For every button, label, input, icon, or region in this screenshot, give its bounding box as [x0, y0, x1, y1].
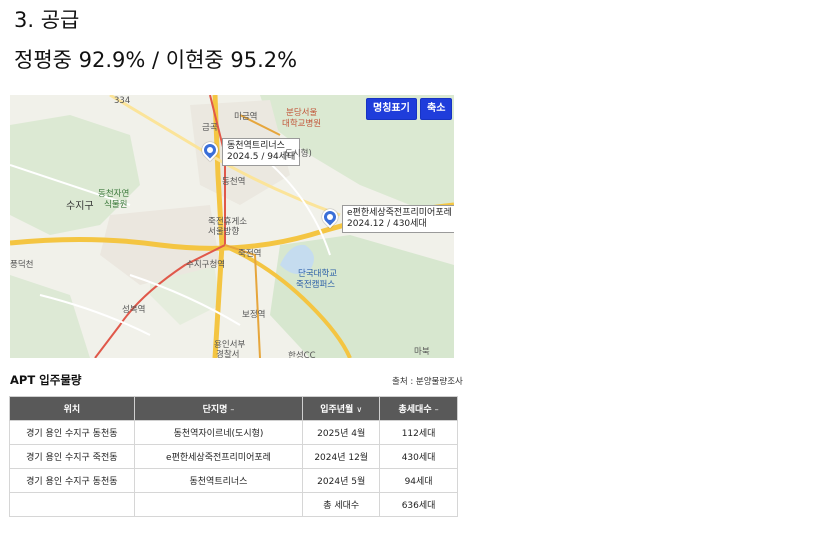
map-marker-premier[interactable]: e편한세상죽전프리미어포레 2024.12 / 430세대	[318, 205, 454, 233]
cell-units: 430세대	[379, 444, 458, 469]
sort-desc-icon: ∨	[356, 405, 363, 414]
place-seongbok: 성복역	[122, 305, 146, 315]
map-view[interactable]: 334 미금역 분당서울 대학교병원 금곡 동천역 동천자연 식물원 수지구 죽…	[10, 95, 454, 358]
place-partial-left: 풍덕천	[10, 260, 34, 270]
place-geumgok: 금곡	[202, 123, 218, 133]
cell-location: 경기 용인 수지구 동천동	[9, 468, 135, 493]
place-bundang-2: 대학교병원	[282, 119, 322, 129]
cell-location: 경기 용인 수지구 동천동	[9, 420, 135, 445]
map-pin-icon	[198, 138, 222, 162]
header-date[interactable]: 입주년월 ∨	[302, 396, 381, 421]
cell-date: 2024년 5월	[302, 468, 381, 493]
header-units[interactable]: 총세대수 –	[379, 396, 458, 421]
header-complex[interactable]: 단지명 –	[133, 396, 304, 421]
total-label: 총 세대수	[302, 492, 381, 517]
place-golf: 한성CC	[288, 351, 316, 358]
cell-units: 112세대	[379, 420, 458, 445]
place-dongcheon: 동천역	[222, 177, 246, 187]
cell-date: 2024년 12월	[302, 444, 381, 469]
cell-empty	[9, 492, 135, 517]
road-number-sign: 334	[114, 96, 131, 106]
place-partial-label: 도시형)	[285, 149, 312, 159]
zoom-out-button[interactable]: 축소	[420, 98, 453, 120]
map-pin-icon	[318, 205, 342, 229]
sort-icon: –	[230, 405, 235, 414]
school-rates: 정평중 92.9% / 이현중 95.2%	[14, 48, 298, 72]
place-mabuk: 마북	[414, 347, 430, 357]
cell-units: 94세대	[379, 468, 458, 493]
table-total-row: 총 세대수 636세대	[9, 492, 458, 517]
table-source: 출처 : 분양물량조사	[392, 377, 463, 387]
table-row: 경기 용인 수지구 동천동 동천역자이르네(도시형) 2025년 4월 112세…	[9, 420, 458, 445]
table-title: APT 입주물량	[10, 373, 82, 387]
marker-label: e편한세상죽전프리미어포레 2024.12 / 430세대	[342, 205, 454, 233]
marker-detail: 2024.12 / 430세대	[347, 219, 427, 229]
table-header-row: 위치 단지명 – 입주년월 ∨ 총세대수 –	[9, 396, 458, 421]
supply-table: 위치 단지명 – 입주년월 ∨ 총세대수 – 경기 용인 수지구 동천동 동천역자이르…	[9, 396, 458, 517]
place-park-2: 식물원	[104, 200, 128, 210]
place-sujigu: 수지구	[66, 201, 94, 212]
section-title: 3. 공급	[14, 8, 80, 32]
place-rest-2: 서울방향	[208, 227, 240, 237]
cell-complex: 동천역자이르네(도시형)	[133, 420, 304, 445]
table-row: 경기 용인 수지구 죽전동 e편한세상죽전프리미어포레 2024년 12월 43…	[9, 444, 458, 469]
cell-empty	[133, 492, 304, 517]
toggle-names-button[interactable]: 명칭표기	[366, 98, 417, 120]
table-row: 경기 용인 수지구 동천동 동천역트리너스 2024년 5월 94세대	[9, 468, 458, 493]
cell-complex: 동천역트리너스	[133, 468, 304, 493]
place-suji-office: 수지구청역	[186, 260, 226, 270]
place-police-2: 경찰서	[216, 350, 240, 358]
sort-icon: –	[434, 405, 439, 414]
place-jukjeon: 죽전역	[238, 249, 262, 259]
cell-date: 2025년 4월	[302, 420, 381, 445]
marker-name: e편한세상죽전프리미어포레	[347, 208, 452, 218]
header-location: 위치	[9, 396, 135, 421]
cell-location: 경기 용인 수지구 죽전동	[9, 444, 135, 469]
place-dankook-2: 죽전캠퍼스	[296, 280, 336, 290]
total-value: 636세대	[379, 492, 458, 517]
place-migeum: 미금역	[234, 112, 258, 122]
cell-complex: e편한세상죽전프리미어포레	[133, 444, 304, 469]
place-bojeong: 보정역	[242, 310, 266, 320]
